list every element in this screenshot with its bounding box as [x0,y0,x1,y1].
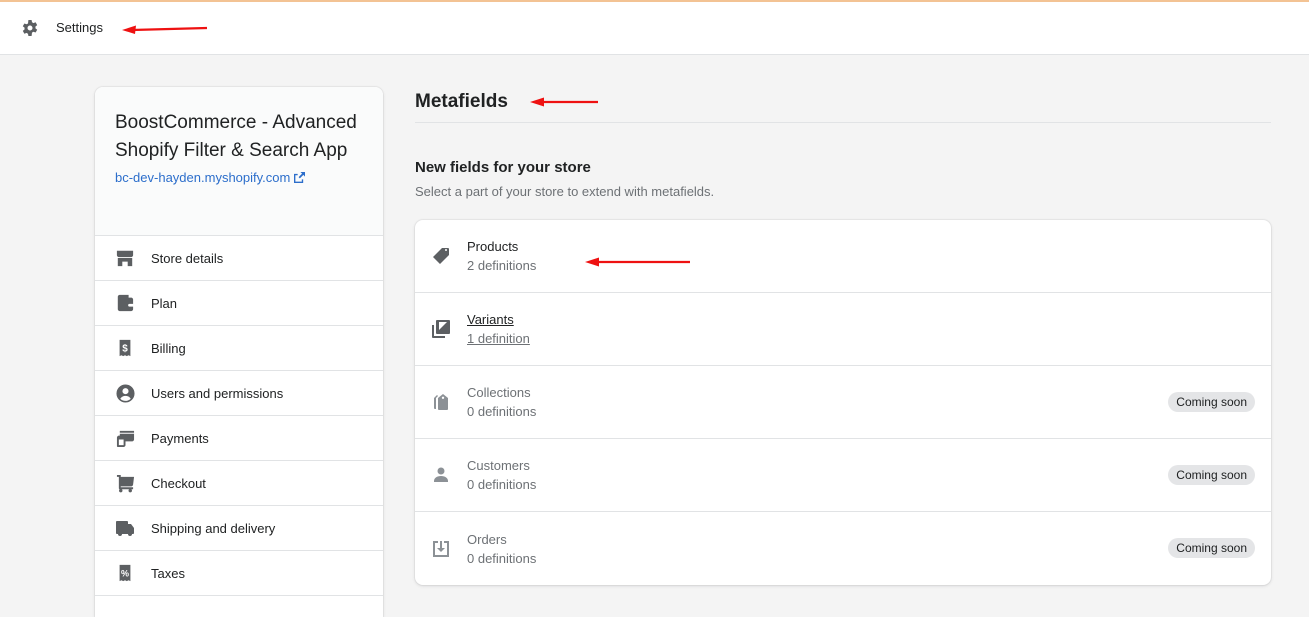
top-bar: Settings [0,0,1309,55]
gear-icon [20,18,40,38]
row-name: Collections [467,385,531,400]
sidebar-item-label: Plan [151,295,178,311]
sidebar-item-billing[interactable]: $ Billing [95,326,383,371]
svg-text:$: $ [122,344,128,355]
row-count: 0 definitions [467,477,537,492]
cart-icon [115,473,135,493]
metafield-row-variants[interactable]: Variants 1 definition [415,293,1271,366]
wallet-icon [115,293,135,313]
metafield-row-collections: Collections 0 definitions Coming soon [415,366,1271,439]
annotation-arrow [122,25,208,34]
sidebar-item-label: Store details [151,250,224,266]
sidebar-item-label: Billing [151,340,186,356]
settings-title: Settings [56,20,103,35]
store-url-text: bc-dev-hayden.myshopify.com [115,170,291,185]
row-count: 1 definition [467,331,530,346]
sidebar-item-label: Payments [151,430,209,446]
external-link-icon [294,172,306,183]
customer-icon [431,465,451,485]
orders-icon [431,539,451,559]
receipt-percent-icon: % [115,563,135,583]
settings-sidebar: BoostCommerce - Advanced Shopify Filter … [95,87,383,617]
main-content: Metafields New fields for your store Sel… [415,87,1271,585]
svg-text:%: % [121,569,129,579]
sidebar-item-label: Taxes [151,565,185,581]
row-name: Customers [467,458,530,473]
sidebar-item-store-details[interactable]: Store details [95,236,383,281]
sidebar-item-label: Users and permissions [151,385,284,401]
sidebar-item-shipping-and-delivery[interactable]: Shipping and delivery [95,506,383,551]
sidebar-item-payments[interactable]: Payments [95,416,383,461]
variants-icon [431,319,451,339]
credit-card-icon [115,428,135,448]
row-count: 0 definitions [467,404,537,419]
tag-icon [431,246,451,266]
annotation-arrow [585,257,690,267]
user-circle-icon [115,383,135,403]
row-name: Orders [467,531,507,547]
receipt-dollar-icon: $ [115,338,135,358]
sidebar-item-plan[interactable]: Plan [95,281,383,326]
collections-icon [431,392,451,412]
coming-soon-badge: Coming soon [1168,538,1255,558]
sidebar-item-checkout[interactable]: Checkout [95,461,383,506]
metafield-row-customers: Customers 0 definitions Coming soon [415,439,1271,512]
truck-icon [115,518,135,538]
row-name: Variants [467,312,514,327]
store-card: BoostCommerce - Advanced Shopify Filter … [95,87,383,236]
sidebar-item-label: Checkout [151,475,206,491]
metafield-row-products[interactable]: Products 2 definitions [415,220,1271,293]
annotation-arrow [530,97,598,107]
section-title: New fields for your store [415,159,591,176]
sidebar-item-taxes[interactable]: % Taxes [95,551,383,596]
metafield-row-orders: Orders 0 definitions Coming soon [415,512,1271,585]
coming-soon-badge: Coming soon [1168,392,1255,412]
row-count: 2 definitions [467,258,537,273]
section-description: Select a part of your store to extend wi… [415,184,715,199]
row-count: 0 definitions [467,550,537,566]
sidebar-item-label: Shipping and delivery [151,520,276,536]
store-icon [115,248,135,268]
store-url-link[interactable]: bc-dev-hayden.myshopify.com [115,170,306,185]
metafields-card: Products 2 definitions Variants 1 defini… [415,220,1271,585]
store-name: BoostCommerce - Advanced Shopify Filter … [115,112,357,161]
row-name: Products [467,239,519,254]
coming-soon-badge: Coming soon [1168,465,1255,485]
sidebar-item-users-and-permissions[interactable]: Users and permissions [95,371,383,416]
page-title-text: Metafields [415,91,508,112]
